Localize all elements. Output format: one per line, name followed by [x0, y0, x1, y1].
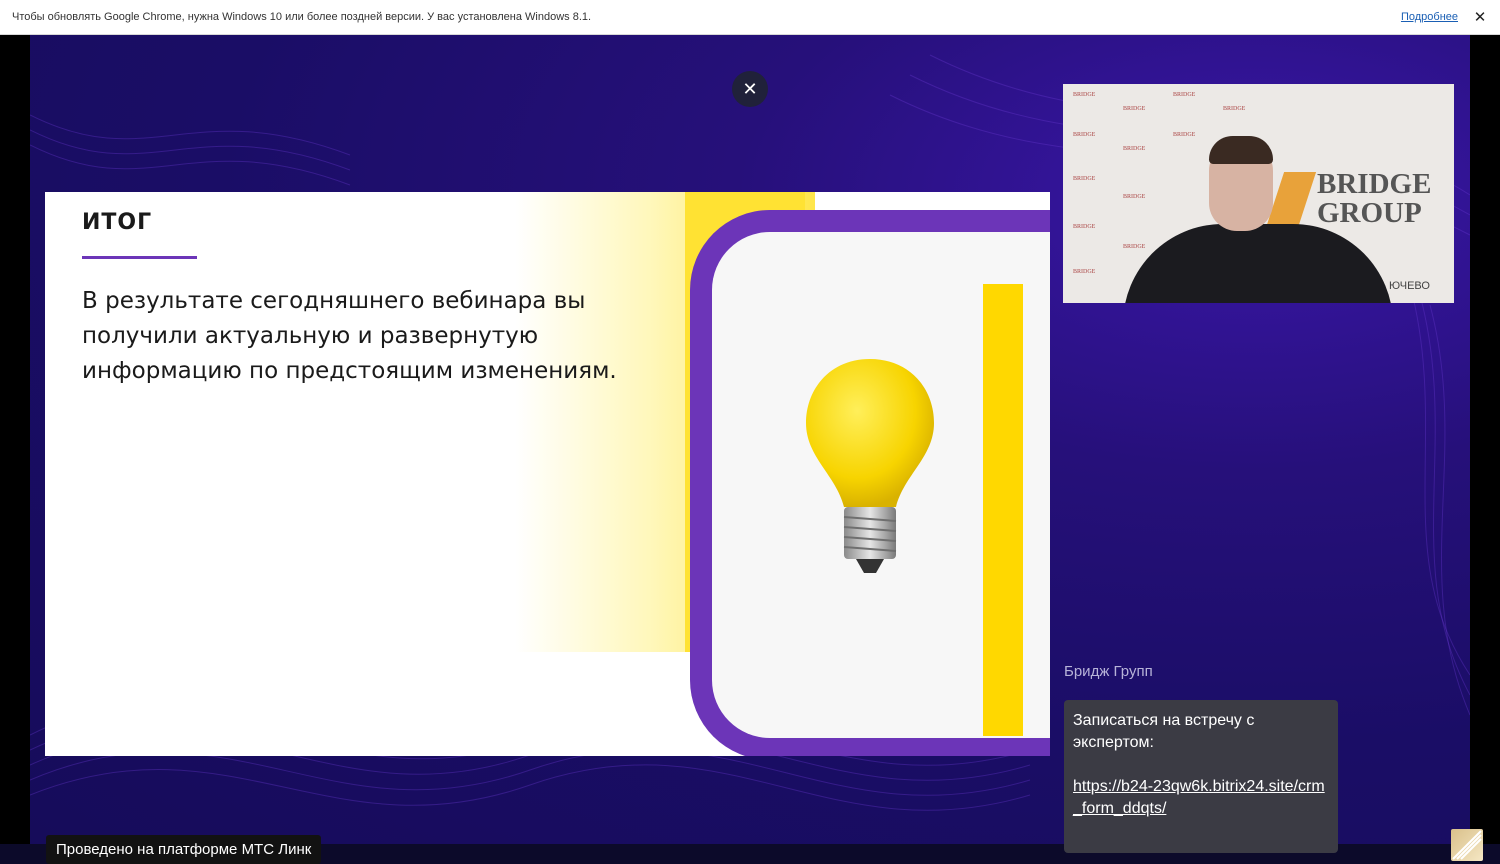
- backdrop-logo-tile: BRIDGE: [1073, 132, 1096, 138]
- backdrop-logo-tile: BRIDGE: [1173, 132, 1196, 138]
- chat-message-link[interactable]: https://b24-23qw6k.bitrix24.site/crm_for…: [1073, 776, 1329, 820]
- chat-message-text: Записаться на встречу с экспертом:: [1073, 712, 1255, 751]
- speaker-camera: BRIDGE BRIDGE BRIDGE BRIDGE BRIDGE BRIDG…: [1063, 84, 1454, 303]
- infobar-message: Чтобы обновлять Google Chrome, нужна Win…: [12, 11, 592, 23]
- camera-banner-text: ЮЧЕВО: [1389, 280, 1430, 292]
- backdrop-logo-tile: BRIDGE: [1123, 244, 1146, 250]
- platform-badge: Проведено на платформе МТС Линк: [46, 835, 322, 864]
- close-icon: ✕: [742, 78, 758, 100]
- learn-more-link[interactable]: Подробнее: [1401, 11, 1458, 23]
- speaker-hair: [1209, 136, 1273, 164]
- presentation-slide: ИТОГ В результате сегодняшнего вебинара …: [45, 192, 1050, 756]
- slide-yellow-bar: [983, 284, 1023, 736]
- lightbulb-icon: [806, 359, 934, 573]
- video-player: ✕ ИТОГ В результате сегодняшнего вебинар…: [0, 35, 1500, 864]
- slide-body-text: В результате сегодняшнего вебинара вы по…: [82, 288, 617, 384]
- chat-sender-name: Бридж Групп: [1064, 663, 1153, 680]
- camera-brand-text: BRIDGE GROUP: [1317, 170, 1431, 228]
- speaker-body: [1123, 224, 1393, 303]
- brand-mark: [1265, 172, 1317, 228]
- slide-title-underline: [82, 256, 197, 259]
- backdrop-logo-tile: BRIDGE: [1223, 106, 1246, 112]
- close-player-button[interactable]: ✕: [732, 71, 768, 107]
- backdrop-logo-tile: BRIDGE: [1073, 269, 1096, 275]
- backdrop-logo-tile: BRIDGE: [1123, 194, 1146, 200]
- brand-line-2: GROUP: [1317, 197, 1422, 229]
- backdrop-logo-tile: BRIDGE: [1073, 176, 1096, 182]
- chrome-update-infobar: Чтобы обновлять Google Chrome, нужна Win…: [0, 0, 1500, 35]
- backdrop-logo-tile: BRIDGE: [1073, 92, 1096, 98]
- brand-corner-logo[interactable]: [1451, 829, 1483, 861]
- slide-title: ИТОГ: [82, 210, 153, 235]
- chat-message-bubble: Записаться на встречу с экспертом: https…: [1064, 700, 1338, 853]
- backdrop-logo-tile: BRIDGE: [1173, 92, 1196, 98]
- brand-line-1: BRIDGE: [1317, 168, 1432, 200]
- infobar-close-icon[interactable]: ✕: [1472, 8, 1488, 26]
- backdrop-logo-tile: BRIDGE: [1123, 146, 1146, 152]
- corner-logo-icon: [1452, 830, 1482, 860]
- backdrop-logo-tile: BRIDGE: [1123, 106, 1146, 112]
- backdrop-logo-tile: BRIDGE: [1073, 224, 1096, 230]
